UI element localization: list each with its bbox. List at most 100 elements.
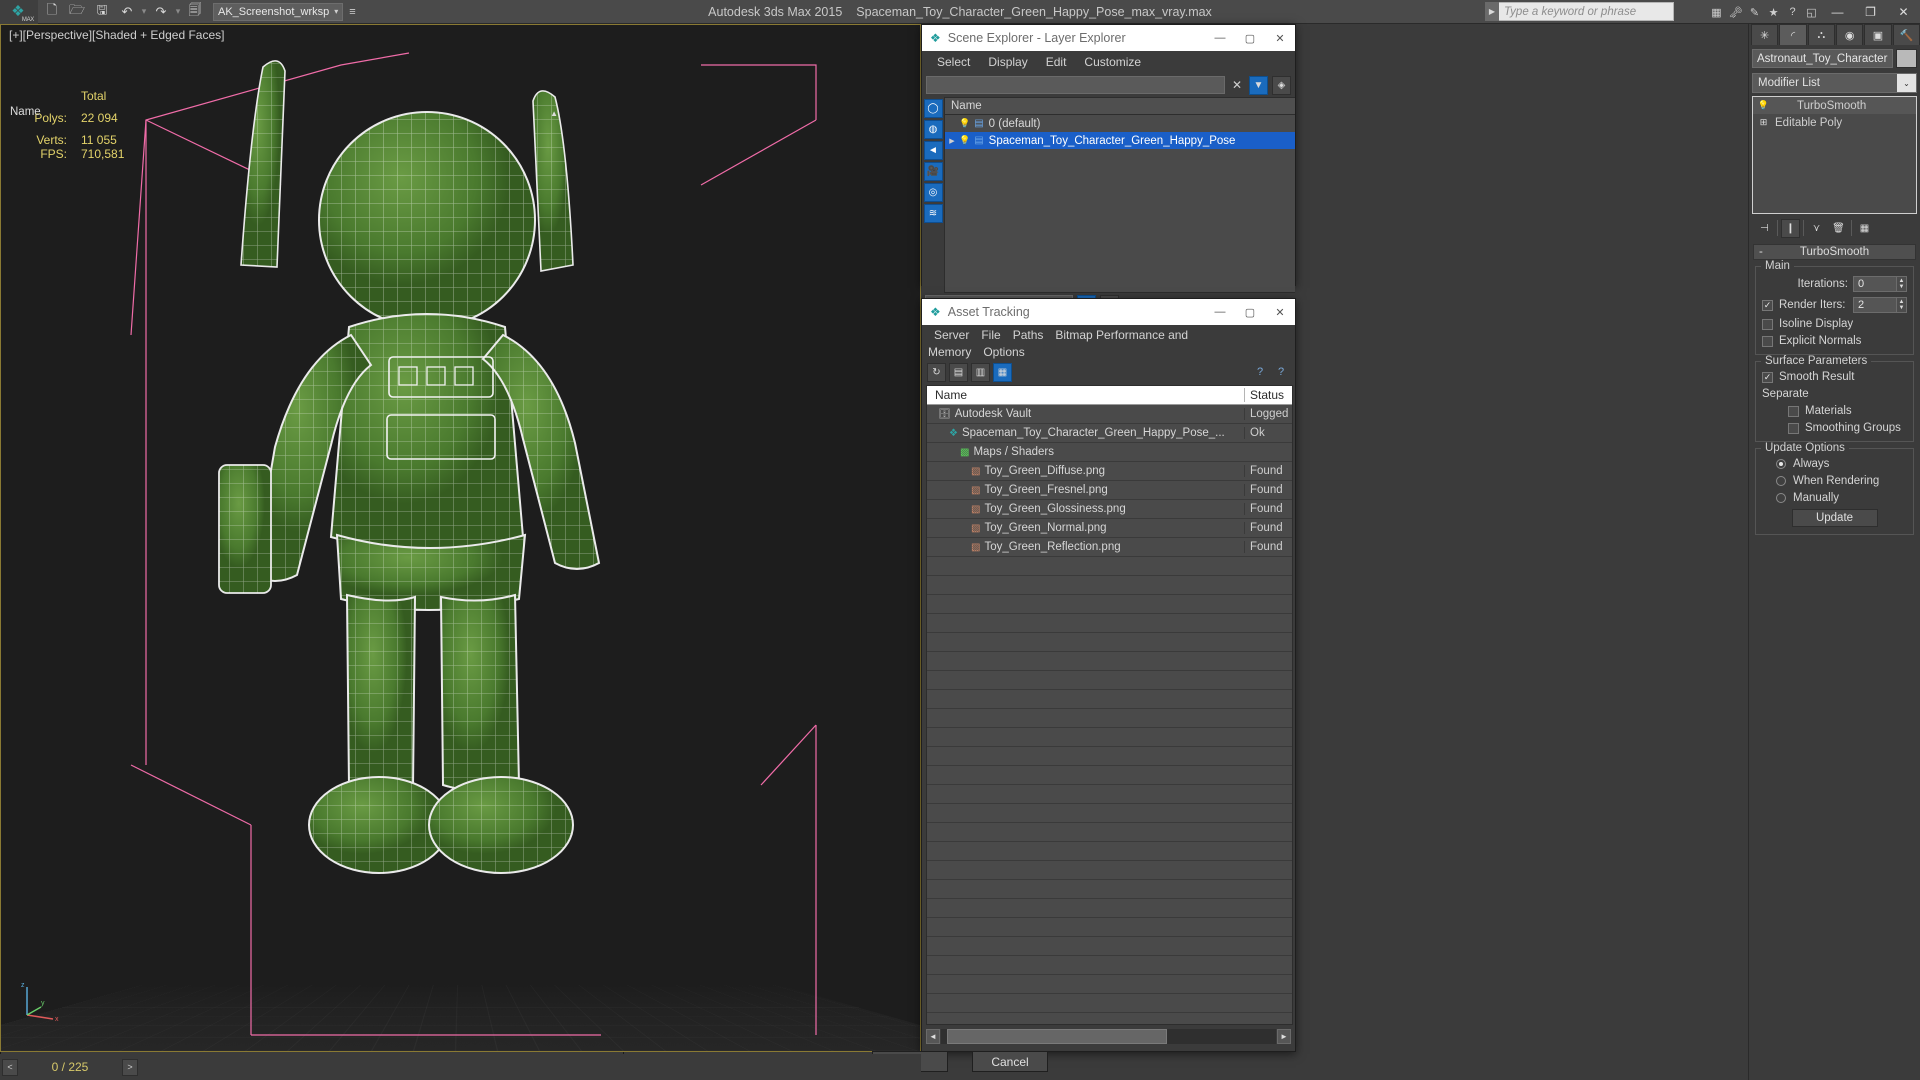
scene-explorer-filter-input[interactable] [926,76,1225,94]
smoothing-groups-checkbox[interactable] [1788,422,1799,434]
menu-server[interactable]: Server [928,327,975,343]
menu-display[interactable]: Display [979,53,1036,71]
menu-file[interactable]: File [975,327,1006,343]
layer-row[interactable]: 💡 ▤ 0 (default) [945,115,1295,132]
explicit-normals-row[interactable]: Explicit Normals [1762,335,1907,347]
asset-row-empty[interactable] [927,899,1292,918]
close-button[interactable]: ✕ [1265,25,1295,51]
object-name-input[interactable]: Astronaut_Toy_Character [1752,49,1893,68]
toolbar-overflow-icon[interactable]: ≡ [349,6,355,18]
remove-modifier-icon[interactable]: 🗑 [1829,219,1848,238]
scrollbar-track[interactable] [941,1028,1276,1044]
asset-row-empty[interactable] [927,728,1292,747]
modifier-stack-row[interactable]: ⊞ Editable Poly [1753,114,1916,131]
make-unique-icon[interactable]: ⋎ [1807,219,1826,238]
iterations-stepper[interactable]: ▲ ▼ [1897,276,1907,292]
filter-spacewarps-icon[interactable]: ≋ [923,204,943,223]
asset-row-empty[interactable] [927,652,1292,671]
menu-customize[interactable]: Customize [1075,53,1150,71]
render-iters-input[interactable]: 2 [1853,297,1897,313]
asset-row[interactable]: ▧ Toy_Green_Fresnel.png Found [927,481,1292,500]
asset-row[interactable]: ▧ Toy_Green_Normal.png Found [927,519,1292,538]
manually-radio[interactable] [1776,493,1786,503]
manually-radio-row[interactable]: Manually [1762,492,1907,504]
asset-row-empty[interactable] [927,880,1292,899]
filter-geometry-icon[interactable]: ◯ [923,99,943,118]
asset-tracking-list[interactable]: Name Status 🗄 Autodesk Vault Logged ❖ Spacem… [926,385,1293,1025]
undo-icon[interactable]: ↶ [115,1,139,23]
isoline-display-checkbox[interactable] [1762,318,1773,330]
add-help-icon[interactable]: ? [1251,363,1269,381]
menu-edit[interactable]: Edit [1037,53,1076,71]
asset-row-empty[interactable] [927,937,1292,956]
close-button[interactable]: ✕ [1265,299,1295,325]
update-button[interactable]: Update [1791,509,1878,527]
asset-row-empty[interactable] [927,709,1292,728]
asset-row-empty[interactable] [927,614,1292,633]
asset-row-empty[interactable] [927,785,1292,804]
asset-row[interactable]: ❖ Spaceman_Toy_Character_Green_Happy_Pose… [927,424,1292,443]
communication-center-icon[interactable]: ✎ [1746,2,1763,22]
prev-frame-button[interactable]: < [2,1058,18,1076]
always-radio-row[interactable]: Always [1762,458,1907,470]
smooth-result-row[interactable]: ✓ Smooth Result [1762,371,1907,383]
refresh-icon[interactable]: ↻ [927,362,946,382]
search-expand-icon[interactable]: ▶ [1485,2,1499,21]
always-radio[interactable] [1776,459,1786,469]
asset-row-empty[interactable] [927,994,1292,1013]
materials-row[interactable]: Materials [1762,405,1907,417]
smooth-result-checkbox[interactable]: ✓ [1762,371,1773,383]
rollout-collapse-icon[interactable]: - [1759,246,1763,258]
lightbulb-icon[interactable]: 💡 [959,118,970,129]
minimize-button[interactable]: — [1205,299,1235,325]
asset-row-empty[interactable] [927,595,1292,614]
object-color-swatch[interactable] [1896,49,1917,68]
scene-explorer-window[interactable]: ❖ Scene Explorer - Layer Explorer — ▢ ✕ … [921,24,1296,315]
column-header-status[interactable]: Status [1244,388,1292,402]
iterations-input[interactable]: 0 [1853,276,1897,292]
asset-row[interactable]: ▩ Maps / Shaders [927,443,1292,462]
configure-modifier-sets-icon[interactable]: ▦ [1855,219,1874,238]
lightbulb-icon[interactable]: 💡 [1757,100,1770,111]
asset-row-empty[interactable] [927,576,1292,595]
when-rendering-radio-row[interactable]: When Rendering [1762,475,1907,487]
list-view-icon[interactable]: ▤ [949,362,968,382]
subscription-icon[interactable]: 🗝 [1727,2,1744,22]
lightbulb-icon[interactable]: 💡 [959,135,970,146]
save-file-icon[interactable]: 🖫 [90,1,114,23]
asset-row-empty[interactable] [927,747,1292,766]
perspective-viewport[interactable]: [+][Perspective][Shaded + Edged Faces] T… [0,24,921,1052]
asset-row-empty[interactable] [927,842,1292,861]
filter-lights-icon[interactable]: ◄ [923,141,943,160]
layer-filter-icon[interactable]: ◈ [1272,75,1291,95]
column-header-name[interactable]: Name [945,100,1295,112]
redo-dropdown-icon[interactable]: ▾ [174,6,182,17]
turbosmooth-rollout-header[interactable]: - TurboSmooth [1753,244,1916,260]
max-logo-button[interactable]: ❖ MAX [0,0,38,24]
tab-display[interactable]: ▣ [1864,24,1892,45]
asset-row-empty[interactable] [927,1013,1292,1024]
menu-options[interactable]: Options [977,344,1030,360]
open-file-icon[interactable]: 🗁 [65,1,89,23]
details-view-icon[interactable]: ▥ [971,362,990,382]
asset-row[interactable]: ▧ Toy_Green_Diffuse.png Found [927,462,1292,481]
asset-row[interactable]: ▧ Toy_Green_Reflection.png Found [927,538,1292,557]
tab-create[interactable]: ✳ [1751,24,1779,45]
tab-modify[interactable]: ◜ [1779,24,1807,45]
maximize-button[interactable]: ▢ [1235,25,1265,51]
asset-row-empty[interactable] [927,557,1292,576]
workspace-selector[interactable]: AK_Screenshot_wrksp ▾ [213,2,344,21]
scroll-left-icon[interactable]: ◄ [926,1028,940,1044]
new-file-icon[interactable]: 🗋 [40,1,64,23]
asset-row[interactable]: 🗄 Autodesk Vault Logged [927,405,1292,424]
maximize-button[interactable]: ▢ [1235,299,1265,325]
undo-dropdown-icon[interactable]: ▾ [140,6,148,17]
asset-row-empty[interactable] [927,975,1292,994]
scrollbar-thumb[interactable] [947,1028,1167,1044]
asset-row-empty[interactable] [927,671,1292,690]
asset-tracking-horizontal-scrollbar[interactable]: ◄ ► [926,1027,1291,1045]
smoothing-groups-row[interactable]: Smoothing Groups [1762,422,1907,434]
scene-explorer-list-header[interactable]: Name [945,98,1295,115]
next-frame-button[interactable]: > [122,1058,138,1076]
autodesk-360-icon[interactable]: ◱ [1803,2,1820,22]
